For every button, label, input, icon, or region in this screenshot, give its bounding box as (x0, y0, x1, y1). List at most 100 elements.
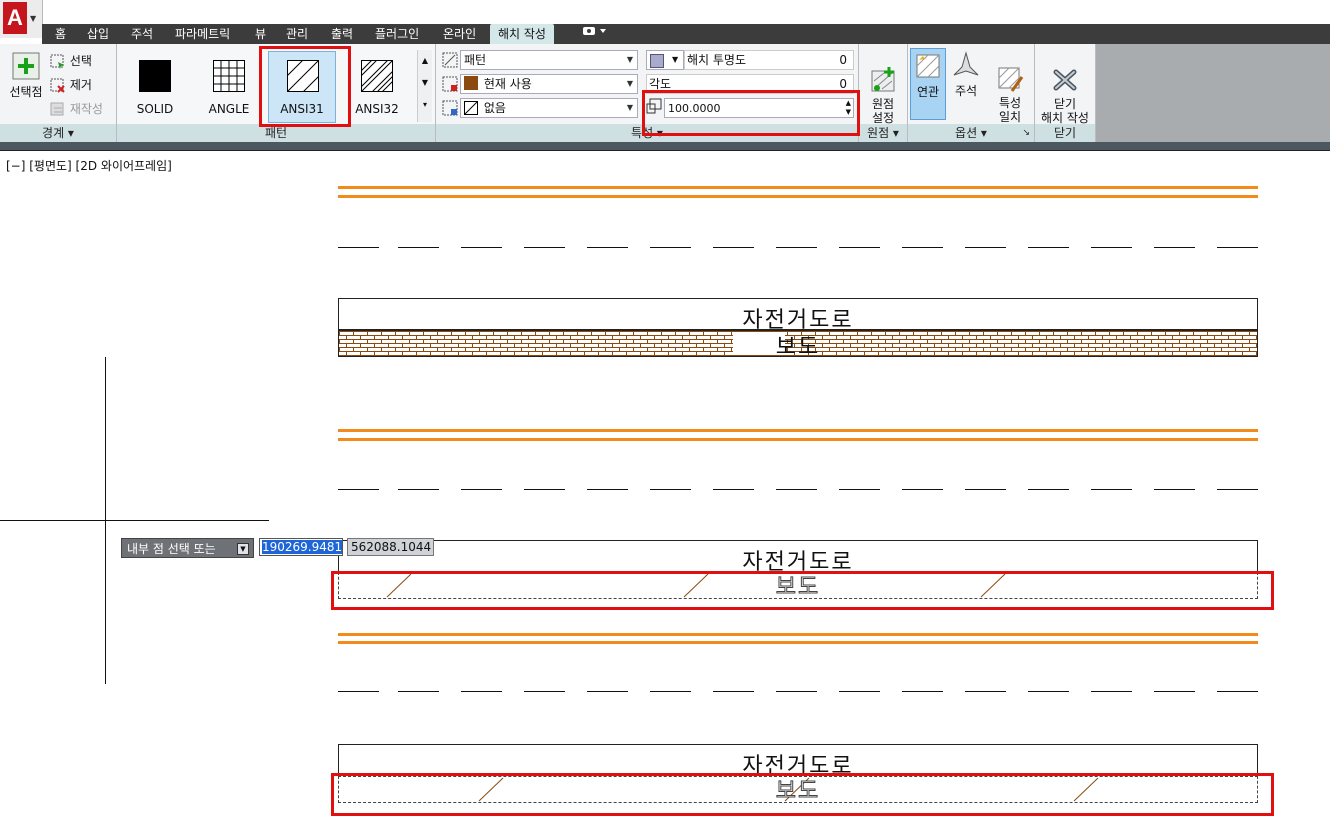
options-down-arrow-icon[interactable]: ▼ (237, 543, 249, 555)
select-objects-button[interactable]: 선택 (50, 52, 92, 70)
select-objects-icon (50, 54, 64, 69)
annotative-icon (953, 51, 979, 76)
origin-panel-title[interactable]: 원점 ▾ (859, 124, 907, 142)
tab-home[interactable]: 홈 (55, 24, 66, 44)
transparency-value: 0 (839, 53, 847, 67)
pattern-ansi32[interactable]: ANSI32 (343, 52, 411, 122)
drawing-viewport[interactable]: [−] [평면도] [2D 와이어프레임] 자전거도로 보도 자전거도로 보도 … (0, 150, 1330, 831)
lane-dash (1154, 247, 1195, 248)
background-color-dropdown[interactable]: 없음 ▼ (460, 98, 638, 118)
lane-dash (461, 691, 502, 692)
annotative-button[interactable]: 주석 (948, 51, 984, 99)
sidewalk-brick-hatch: 보도 (338, 330, 1258, 360)
transparency-label: 해치 투명도 (687, 53, 747, 67)
lane-dash (1154, 489, 1195, 490)
road-line (338, 429, 1258, 432)
annotative-label: 주석 (954, 84, 978, 98)
tab-annotate[interactable]: 주석 (131, 24, 153, 44)
lane-dash (776, 489, 817, 490)
tab-output[interactable]: 출력 (331, 24, 353, 44)
sidewalk-ansi31-preview: 보도 (338, 572, 1258, 601)
lane-dash (461, 247, 502, 248)
transparency-type-dropdown[interactable]: ▼ (646, 50, 684, 70)
scroll-up-icon[interactable]: ▲ (418, 50, 432, 72)
angle-value: 0 (839, 77, 847, 91)
tab-parametric[interactable]: 파라메트릭 (175, 24, 230, 44)
properties-panel-title[interactable]: 특성 ▾ (436, 124, 858, 142)
x-coordinate-input[interactable]: 190269.9481 (259, 538, 343, 556)
ribbon-empty-area (1096, 44, 1330, 142)
viewport-controls-label[interactable]: [−] [평면도] [2D 와이어프레임] (6, 157, 172, 174)
lane-dash (398, 489, 439, 490)
road-line (338, 195, 1258, 198)
ansi31-swatch-icon (287, 60, 319, 92)
lane-dash (524, 247, 565, 248)
gallery-expand-icon[interactable]: ▾ (418, 94, 432, 116)
pattern-angle[interactable]: ANGLE (195, 52, 263, 122)
recreate-boundary-button[interactable]: 재작성 (50, 100, 103, 118)
pattern-solid[interactable]: SOLID (121, 52, 189, 122)
scale-input[interactable]: 100.0000 ▲ ▼ (664, 98, 854, 118)
lane-dash (587, 489, 628, 490)
chevron-down-icon: ▼ (626, 55, 633, 64)
pattern-gallery-scrollbar[interactable]: ▲ ▼ ▾ (417, 50, 432, 122)
lane-dash (1091, 691, 1132, 692)
tab-insert[interactable]: 삽입 (87, 24, 109, 44)
scroll-down-icon[interactable]: ▼ (418, 72, 432, 94)
bike-road-box: 자전거도로 (338, 744, 1258, 779)
lane-dash (338, 691, 379, 692)
command-prompt-tooltip: 내부 점 선택 또는 ▼ (121, 538, 254, 558)
boundary-panel-title[interactable]: 경계 ▾ (0, 124, 116, 142)
remove-boundary-icon (50, 78, 65, 93)
tab-plugins[interactable]: 플러그인 (375, 24, 419, 44)
tab-view[interactable]: 뷰 (255, 24, 266, 44)
hatch-color-dropdown[interactable]: 현재 사용 ▼ (460, 74, 638, 94)
road-line (338, 186, 1258, 189)
y-coordinate-input[interactable]: 562088.1044 (347, 538, 434, 556)
tab-manage[interactable]: 관리 (286, 24, 308, 44)
color-swatch-icon (464, 76, 478, 90)
sidewalk-label: 보도 (775, 335, 821, 360)
lane-dash (776, 247, 817, 248)
associative-toggle[interactable]: 연관 (910, 48, 946, 120)
properties-panel: 패턴 ▼ 현재 사용 ▼ 없음 ▼ ▼ 해치 투명도 0 각도 0 100.00… (436, 44, 859, 142)
options-panel-title[interactable]: 옵션 ▾ ↘ (908, 124, 1034, 142)
lane-dash (398, 247, 439, 248)
origin-panel: 원점 설정 원점 ▾ (859, 44, 908, 142)
background-color-icon (442, 100, 458, 116)
lane-dash (1028, 489, 1069, 490)
autocad-logo-icon: A (3, 2, 27, 34)
workspace-dropdown-icon[interactable] (582, 24, 608, 44)
lane-dash (1028, 247, 1069, 248)
pattern-ansi32-label: ANSI32 (355, 102, 399, 116)
bike-road-box: 자전거도로 (338, 298, 1258, 333)
lane-dash (1091, 489, 1132, 490)
no-color-icon (464, 100, 478, 115)
tab-online[interactable]: 온라인 (443, 24, 476, 44)
hatch-color-icon (442, 76, 458, 92)
pattern-panel: SOLID ANGLE ANSI31 ANSI32 ▲ ▼ ▾ 패턴 (117, 44, 436, 142)
chevron-down-icon: ▼ (626, 103, 633, 112)
dialog-launcher-icon[interactable]: ↘ (1022, 124, 1030, 142)
chevron-down-icon: ▼ (30, 14, 37, 23)
remove-boundary-button[interactable]: 제거 (50, 76, 92, 94)
associative-label: 연관 (916, 85, 940, 99)
application-menu-button[interactable]: A ▼ (0, 0, 43, 38)
ribbon: 선택점 선택 제거 재작성 경계 ▾ SOLID ANGLE ANSI31 AN… (0, 44, 1330, 142)
tab-hatch-creation[interactable]: 해치 작성 (490, 24, 554, 44)
pick-points-button[interactable]: 선택점 (6, 52, 46, 100)
pattern-ansi31[interactable]: ANSI31 (268, 51, 336, 123)
lane-dash (587, 247, 628, 248)
remove-label: 제거 (69, 78, 92, 92)
scale-spinner-icon[interactable]: ▲ ▼ (846, 99, 851, 117)
road-line (338, 438, 1258, 441)
options-title-text: 옵션 ▾ (955, 126, 987, 140)
hatch-type-dropdown[interactable]: 패턴 ▼ (460, 50, 638, 70)
pick-points-icon (12, 52, 40, 80)
close-label: 닫기 해치 작성 (1041, 97, 1089, 125)
angle-field[interactable]: 각도 0 (646, 74, 854, 94)
road-line (338, 641, 1258, 644)
transparency-field[interactable]: 해치 투명도 0 (684, 50, 854, 70)
sidewalk-ansi31-preview: 보도 (338, 776, 1258, 805)
lane-dash (776, 691, 817, 692)
